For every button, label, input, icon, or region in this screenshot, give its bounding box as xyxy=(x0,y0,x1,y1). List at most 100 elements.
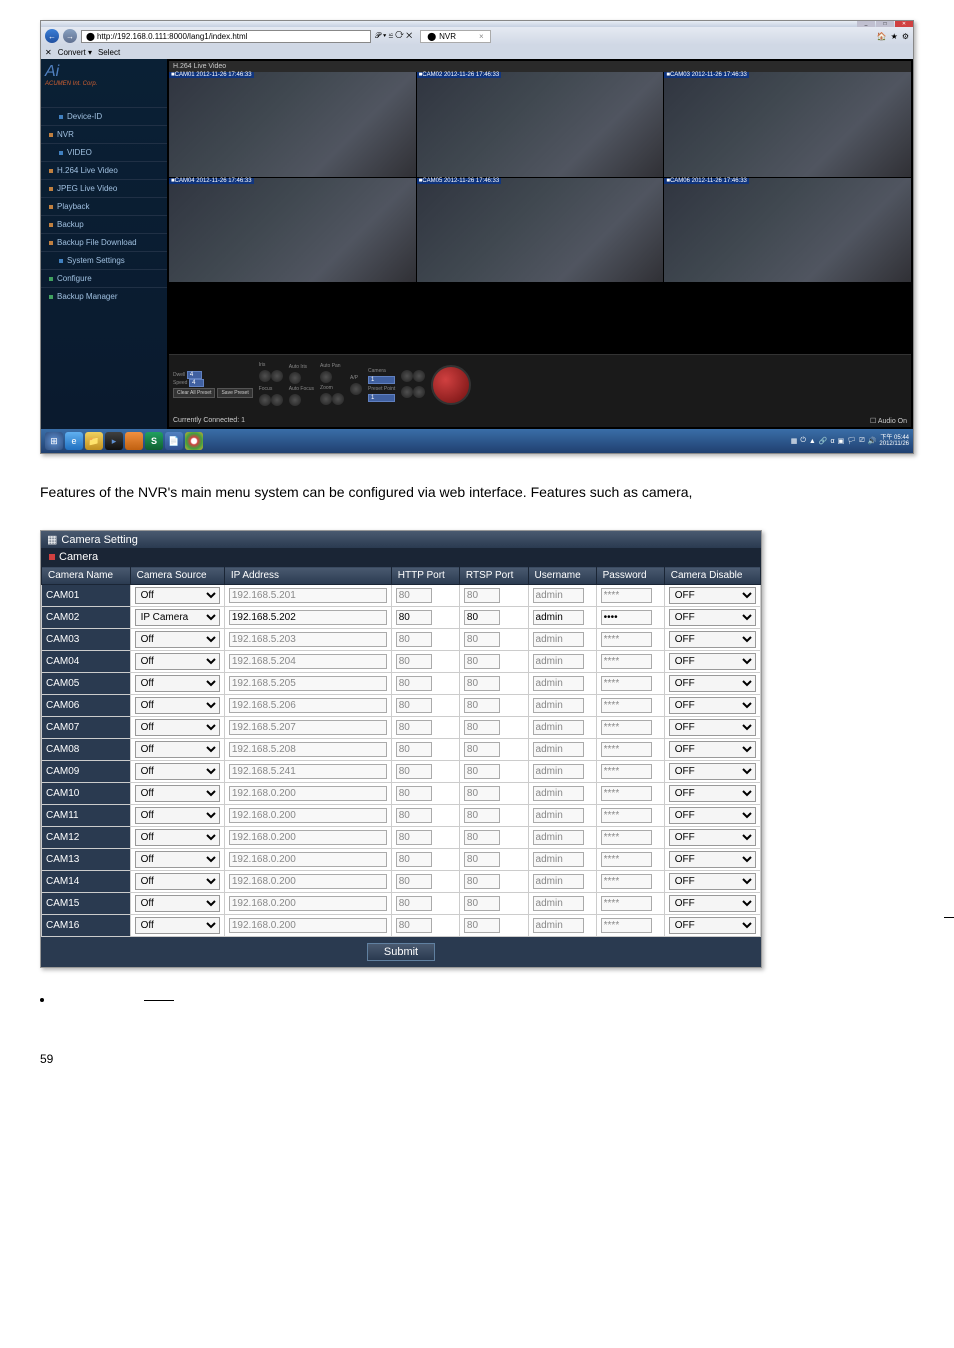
ip-input[interactable] xyxy=(229,654,387,669)
speed-select[interactable]: 4 xyxy=(189,379,204,387)
fav-close-icon[interactable]: ✕ xyxy=(45,48,52,57)
url-input[interactable]: ⬤ http://192.168.0.111:8000/lang1/index.… xyxy=(81,30,371,43)
maximize-button[interactable]: □ xyxy=(876,21,894,27)
username-input[interactable] xyxy=(533,654,584,669)
rtsp-port-input[interactable] xyxy=(464,874,500,889)
sidebar-item[interactable]: NVR xyxy=(41,125,167,143)
preset-del1-button[interactable] xyxy=(413,370,425,382)
camera-source-select[interactable]: Off xyxy=(135,895,220,912)
s-app-icon[interactable]: S xyxy=(145,432,163,450)
username-input[interactable] xyxy=(533,676,584,691)
http-port-input[interactable] xyxy=(396,764,432,779)
camera-source-select[interactable]: Off xyxy=(135,763,220,780)
password-input[interactable] xyxy=(601,786,652,801)
password-input[interactable] xyxy=(601,830,652,845)
ip-input[interactable] xyxy=(229,698,387,713)
sidebar-item[interactable]: Configure xyxy=(41,269,167,287)
ip-input[interactable] xyxy=(229,588,387,603)
focus-plus-button[interactable] xyxy=(259,394,271,406)
camera-source-select[interactable]: Off xyxy=(135,697,220,714)
video-cell[interactable]: ■CAM02 2012-11-26 17:46:33 xyxy=(417,72,664,177)
disable-select[interactable]: OFF xyxy=(669,697,756,714)
tray-icon[interactable]: ⎚ xyxy=(859,437,865,445)
username-input[interactable] xyxy=(533,808,584,823)
preset-del2-button[interactable] xyxy=(413,386,425,398)
sidebar-item[interactable]: Playback xyxy=(41,197,167,215)
password-input[interactable] xyxy=(601,874,652,889)
username-input[interactable] xyxy=(533,764,584,779)
password-input[interactable] xyxy=(601,610,652,625)
tray-icon[interactable]: ⏻ xyxy=(800,437,806,445)
preset-go1-button[interactable] xyxy=(401,370,413,382)
ip-input[interactable] xyxy=(229,918,387,933)
autoiris-button[interactable] xyxy=(289,372,301,384)
disable-select[interactable]: OFF xyxy=(669,653,756,670)
explorer-icon[interactable]: 📁 xyxy=(85,432,103,450)
password-input[interactable] xyxy=(601,654,652,669)
sidebar-item[interactable]: Backup Manager xyxy=(41,287,167,305)
password-input[interactable] xyxy=(601,764,652,779)
tray-icon[interactable]: α xyxy=(831,438,835,445)
ip-input[interactable] xyxy=(229,742,387,757)
camera-source-select[interactable]: Off xyxy=(135,851,220,868)
back-button[interactable]: ← xyxy=(45,29,59,43)
rtsp-port-input[interactable] xyxy=(464,698,500,713)
browser-tab[interactable]: ⬤ NVR × xyxy=(420,30,491,43)
http-port-input[interactable] xyxy=(396,676,432,691)
camera-source-select[interactable]: Off xyxy=(135,631,220,648)
close-button[interactable]: ✕ xyxy=(895,21,913,27)
focus-minus-button[interactable] xyxy=(271,394,283,406)
disable-select[interactable]: OFF xyxy=(669,851,756,868)
disable-select[interactable]: OFF xyxy=(669,587,756,604)
preset-go2-button[interactable] xyxy=(401,386,413,398)
sidebar-item[interactable]: JPEG Live Video xyxy=(41,179,167,197)
ip-input[interactable] xyxy=(229,874,387,889)
http-port-input[interactable] xyxy=(396,852,432,867)
disable-select[interactable]: OFF xyxy=(669,829,756,846)
rtsp-port-input[interactable] xyxy=(464,852,500,867)
username-input[interactable] xyxy=(533,918,584,933)
rtsp-port-input[interactable] xyxy=(464,896,500,911)
system-clock[interactable]: 下午 05:44 2012/11/26 xyxy=(879,435,909,447)
tray-icon[interactable]: 🏳 xyxy=(847,437,856,445)
username-input[interactable] xyxy=(533,852,584,867)
disable-select[interactable]: OFF xyxy=(669,895,756,912)
ip-input[interactable] xyxy=(229,720,387,735)
rtsp-port-input[interactable] xyxy=(464,588,500,603)
http-port-input[interactable] xyxy=(396,720,432,735)
username-input[interactable] xyxy=(533,610,584,625)
video-cell[interactable]: ■CAM01 2012-11-26 17:46:33 xyxy=(169,72,416,177)
autofocus-button[interactable] xyxy=(289,394,301,406)
submit-button[interactable]: Submit xyxy=(367,943,435,961)
tray-icon[interactable]: ▦ xyxy=(791,437,798,445)
ip-input[interactable] xyxy=(229,786,387,801)
sidebar-item[interactable]: System Settings xyxy=(41,251,167,269)
camera-source-select[interactable]: Off xyxy=(135,807,220,824)
volume-icon[interactable]: 🔊 xyxy=(868,437,877,445)
rtsp-port-input[interactable] xyxy=(464,742,500,757)
username-input[interactable] xyxy=(533,588,584,603)
camera-source-select[interactable]: Off xyxy=(135,741,220,758)
iris-plus-button[interactable] xyxy=(259,370,271,382)
http-port-input[interactable] xyxy=(396,786,432,801)
camera-source-select[interactable]: Off xyxy=(135,917,220,934)
http-port-input[interactable] xyxy=(396,654,432,669)
ie-icon[interactable]: e xyxy=(65,432,83,450)
password-input[interactable] xyxy=(601,852,652,867)
rtsp-port-input[interactable] xyxy=(464,830,500,845)
http-port-input[interactable] xyxy=(396,808,432,823)
ip-input[interactable] xyxy=(229,764,387,779)
username-input[interactable] xyxy=(533,720,584,735)
zoom-minus-button[interactable] xyxy=(332,393,344,405)
home-icon[interactable]: 🏠 xyxy=(877,32,887,41)
disable-select[interactable]: OFF xyxy=(669,917,756,934)
password-input[interactable] xyxy=(601,632,652,647)
ptz-joystick[interactable] xyxy=(431,365,471,405)
rtsp-port-input[interactable] xyxy=(464,610,500,625)
app-icon[interactable] xyxy=(125,432,143,450)
password-input[interactable] xyxy=(601,808,652,823)
doc-icon[interactable]: 📄 xyxy=(165,432,183,450)
username-input[interactable] xyxy=(533,830,584,845)
start-button[interactable]: ⊞ xyxy=(45,432,63,450)
camera-source-select[interactable]: Off xyxy=(135,587,220,604)
